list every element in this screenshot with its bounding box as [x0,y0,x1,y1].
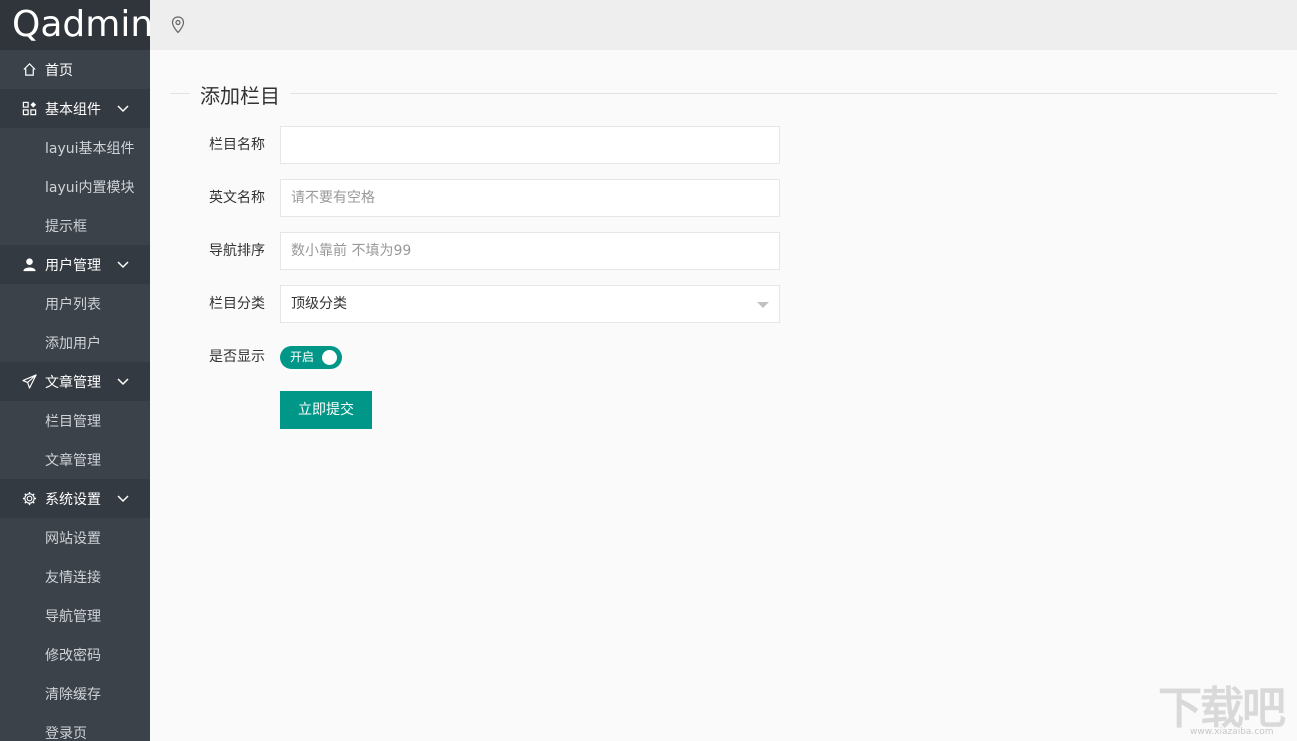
sidebar-item-label: 登录页 [45,723,87,741]
sidebar-item-layui-basic[interactable]: layui基本组件 [0,128,150,167]
widgets-icon [19,101,39,117]
sidebar-item-article-management[interactable]: 文章管理 [0,362,150,401]
sidebar-item-label: 文章管理 [45,372,101,392]
sidebar-item-label: layui基本组件 [45,138,135,158]
user-icon [19,257,39,273]
sidebar-item-label: 系统设置 [45,489,101,509]
chevron-down-icon [116,257,130,271]
chevron-down-icon [116,374,130,388]
divider [170,93,190,94]
sidebar-item-change-password[interactable]: 修改密码 [0,635,150,674]
submit-button[interactable]: 立即提交 [280,391,372,429]
main-content: 添加栏目 栏目名称 英文名称 导航排序 栏目分类 顶级分类 是否显示 开启 立即… [150,50,1297,741]
sidebar-item-label: 首页 [45,60,73,80]
sidebar-item-label: 文章管理 [45,450,101,470]
sidebar-item-layui-modules[interactable]: layui内置模块 [0,167,150,206]
sidebar-item-label: 提示框 [45,216,87,236]
sidebar-item-site-settings[interactable]: 网站设置 [0,518,150,557]
form-row-en-name: 英文名称 [150,179,850,217]
sidebar-item-label: 添加用户 [45,333,101,353]
paper-plane-icon [19,374,39,390]
watermark-logo: 下载吧 www.xiazaiba.com [1158,683,1293,741]
english-name-input[interactable] [280,179,780,217]
sidebar-item-basic-components[interactable]: 基本组件 [0,89,150,128]
sidebar-item-label: 友情连接 [45,567,101,587]
field-label: 是否显示 [170,338,265,376]
divider [290,93,1277,94]
sidebar-menu: 首页 基本组件 layui基本组件 layui内置模块 提示框 用户管理 用户列… [0,50,150,741]
form-row-category: 栏目分类 顶级分类 [150,285,850,323]
sidebar-item-label: 网站设置 [45,528,101,548]
sidebar-item-alert-box[interactable]: 提示框 [0,206,150,245]
sidebar-item-label: 修改密码 [45,645,101,665]
chevron-down-icon [116,101,130,115]
sidebar-item-label: 用户管理 [45,255,101,275]
select-value: 顶级分类 [291,296,347,312]
sidebar-item-login-page[interactable]: 登录页 [0,713,150,741]
caret-down-icon [757,302,769,308]
field-label: 导航排序 [170,232,265,270]
toggle-knob [322,350,337,365]
field-label: 栏目名称 [170,126,265,164]
display-toggle[interactable]: 开启 [280,346,342,369]
location-pin-icon[interactable] [171,16,185,34]
toggle-label: 开启 [290,346,314,369]
sidebar-item-column-management[interactable]: 栏目管理 [0,401,150,440]
sidebar-item-user-list[interactable]: 用户列表 [0,284,150,323]
sidebar-item-label: 清除缓存 [45,684,101,704]
category-select[interactable]: 顶级分类 [280,285,780,323]
chevron-down-icon [116,491,130,505]
sidebar-item-user-management[interactable]: 用户管理 [0,245,150,284]
sidebar-item-label: 用户列表 [45,294,101,314]
form-row-name: 栏目名称 [150,126,850,164]
page-title: 添加栏目 [200,80,280,109]
gear-icon [19,491,39,507]
top-header [150,0,1297,50]
sidebar-item-friend-links[interactable]: 友情连接 [0,557,150,596]
sidebar-item-nav-management[interactable]: 导航管理 [0,596,150,635]
field-label: 英文名称 [170,179,265,217]
sidebar-item-clear-cache[interactable]: 清除缓存 [0,674,150,713]
column-name-input[interactable] [280,126,780,164]
form-row-order: 导航排序 [150,232,850,270]
sidebar-item-label: 栏目管理 [45,411,101,431]
nav-order-input[interactable] [280,232,780,270]
sidebar-item-home[interactable]: 首页 [0,50,150,89]
sidebar-item-label: 导航管理 [45,606,101,626]
sidebar-item-article-list[interactable]: 文章管理 [0,440,150,479]
watermark-url: www.xiazaiba.com [1190,727,1274,737]
home-icon [19,62,39,78]
sidebar-item-add-user[interactable]: 添加用户 [0,323,150,362]
sidebar-item-label: 基本组件 [45,99,101,119]
field-label: 栏目分类 [170,285,265,323]
sidebar-item-label: layui内置模块 [45,177,135,197]
sidebar: Qadmin 首页 基本组件 layui基本组件 layui内置模块 提示框 用… [0,0,150,741]
form-row-display: 是否显示 开启 [150,338,850,376]
app-logo[interactable]: Qadmin [0,0,150,50]
sidebar-item-system-settings[interactable]: 系统设置 [0,479,150,518]
